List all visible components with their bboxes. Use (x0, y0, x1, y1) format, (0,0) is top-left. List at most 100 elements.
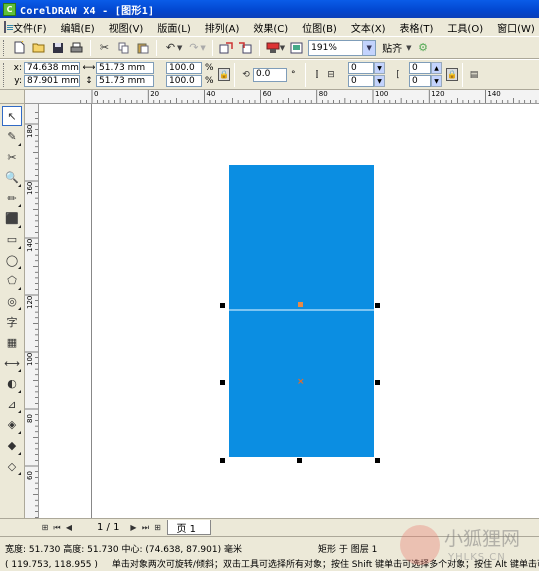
property-bar-grip[interactable] (3, 62, 6, 87)
document-icon[interactable] (4, 21, 13, 33)
horizontal-ruler-label: 40 (206, 90, 216, 98)
rotation-angle-input[interactable]: 0.0 (253, 67, 287, 82)
crop-tool-icon[interactable]: ✂ (2, 147, 22, 167)
cut-icon[interactable]: ✂ (95, 39, 114, 57)
menu-text[interactable]: 文本(X) (351, 20, 386, 35)
vertical-ruler[interactable]: 180 160 140 120 100 80 60 (25, 104, 39, 518)
ruler-origin-corner[interactable] (0, 90, 25, 104)
corner-top-left-input[interactable]: 0 (348, 62, 374, 74)
options-icon[interactable]: ⚙ (414, 39, 433, 57)
toolbar-separator (305, 62, 306, 87)
interactive-fill-icon[interactable]: ◇ (2, 456, 22, 476)
selection-handle-top-right[interactable] (375, 303, 380, 308)
title-bar[interactable]: C CorelDRAW X4 - [图形1] (0, 0, 539, 18)
corner-bottom-right-input[interactable]: 0 (409, 75, 431, 87)
corner-top-left-spinner[interactable]: ▼ (374, 62, 385, 74)
add-page-before-icon[interactable]: ⊞ (39, 521, 51, 535)
property-bar: x: 74.638 mm y: 87.901 mm ⟷ 51.73 mm ↕ 5… (0, 59, 539, 90)
menu-view[interactable]: 视图(V) (109, 20, 144, 35)
selection-handle-bottom-right[interactable] (375, 458, 380, 463)
ellipse-tool-icon[interactable]: ◯ (2, 250, 22, 270)
menu-bitmaps[interactable]: 位图(B) (302, 20, 337, 35)
selection-handle-middle-right[interactable] (375, 380, 380, 385)
scale-x-input[interactable]: 100.0 (166, 62, 202, 74)
welcome-screen-icon[interactable] (287, 39, 306, 57)
zoom-tool-icon[interactable]: 🔍 (2, 168, 22, 188)
paste-icon[interactable] (133, 39, 152, 57)
selection-handle-top-left[interactable] (220, 303, 225, 308)
menu-tools[interactable]: 工具(O) (447, 20, 483, 35)
shape-tool-icon[interactable]: ✎ (2, 127, 22, 147)
mirror-vertical-icon[interactable]: ⊟ (324, 69, 338, 81)
menu-table[interactable]: 表格(T) (400, 20, 434, 35)
rotation-center-marker[interactable]: × (297, 378, 305, 387)
object-height-input[interactable]: 51.73 mm (96, 75, 154, 87)
copy-icon[interactable] (114, 39, 133, 57)
next-page-icon[interactable]: ▶ (127, 521, 139, 535)
first-page-icon[interactable]: ⏮ (51, 521, 63, 535)
wrap-paragraph-text-icon[interactable]: ▤ (467, 69, 481, 81)
add-page-after-icon[interactable]: ⊞ (151, 521, 163, 535)
corner-bottom-right-spinner[interactable]: ▼ (431, 75, 442, 87)
pick-tool-icon[interactable]: ↖ (2, 106, 22, 126)
height-icon: ↕ (85, 76, 93, 86)
launcher-dropdown-icon[interactable]: ▼ (280, 44, 285, 52)
import-icon[interactable] (217, 39, 236, 57)
menu-file[interactable]: 文件(F) (13, 20, 47, 35)
zoom-dropdown-icon[interactable]: ▼ (362, 40, 376, 55)
corner-bottom-left-spinner[interactable]: ▼ (374, 75, 385, 87)
corner-bottom-left-input[interactable]: 0 (348, 75, 374, 87)
scale-y-input[interactable]: 100.0 (166, 75, 202, 87)
horizontal-ruler-label: 80 (318, 90, 328, 98)
selection-handle-bottom-left[interactable] (220, 458, 225, 463)
basic-shapes-icon[interactable]: ◎ (2, 291, 22, 311)
snap-to-button[interactable]: 贴齐 (382, 40, 402, 55)
dimension-tool-icon[interactable]: ⟷ (2, 353, 22, 373)
menu-bar: 文件(F) 编辑(E) 视图(V) 版面(L) 排列(A) 效果(C) 位图(B… (0, 18, 539, 36)
export-icon[interactable] (236, 39, 255, 57)
coreldraw-app-icon[interactable]: C (3, 2, 16, 16)
freehand-tool-icon[interactable]: ✏ (2, 188, 22, 208)
lock-ratio-icon[interactable]: 🔒 (218, 68, 230, 81)
fill-tool-icon[interactable]: ◆ (2, 436, 22, 456)
open-icon[interactable] (29, 39, 48, 57)
selection-handle-bottom-middle[interactable] (297, 458, 302, 463)
outline-tool-icon[interactable]: ◈ (2, 415, 22, 435)
page-tab-1[interactable]: 页 1 (167, 520, 211, 535)
toolbar-grip[interactable] (3, 39, 6, 56)
menu-effects[interactable]: 效果(C) (253, 20, 288, 35)
redo-dropdown-icon[interactable]: ▼ (200, 44, 205, 52)
undo-dropdown-icon[interactable]: ▼ (177, 44, 182, 52)
menu-edit[interactable]: 编辑(E) (61, 20, 95, 35)
rectangle-seam (229, 309, 374, 311)
drawing-canvas[interactable]: × (39, 104, 539, 518)
mirror-horizontal-icon[interactable]: ⫿ (310, 69, 324, 81)
text-tool-icon[interactable]: 字 (2, 312, 22, 332)
rectangle-tool-icon[interactable]: ▭ (2, 230, 22, 250)
smart-fill-icon[interactable]: ⬛ (2, 209, 22, 229)
new-icon[interactable] (10, 39, 29, 57)
table-tool-icon[interactable]: ▦ (2, 333, 22, 353)
flyout-arrow-icon (18, 266, 21, 270)
last-page-icon[interactable]: ⏭ (139, 521, 151, 535)
corner-top-right-spinner[interactable]: ▲ (431, 62, 442, 74)
rectangle-top[interactable] (229, 165, 374, 310)
polygon-tool-icon[interactable]: ⬠ (2, 271, 22, 291)
previous-page-icon[interactable]: ◀ (63, 521, 75, 535)
corner-top-right-input[interactable]: 0 (409, 62, 431, 74)
save-icon[interactable] (48, 39, 67, 57)
interactive-blend-icon[interactable]: ◐ (2, 374, 22, 394)
horizontal-ruler[interactable]: 0 20 40 60 80 100 120 140 (25, 90, 539, 104)
object-width-input[interactable]: 51.73 mm (96, 62, 154, 74)
zoom-level-combo[interactable]: 191% ▼ (308, 39, 377, 56)
y-position-input[interactable]: 87.901 mm (24, 75, 80, 87)
snap-dropdown-icon[interactable]: ▼ (406, 44, 411, 52)
print-icon[interactable] (67, 39, 86, 57)
selection-handle-middle-left[interactable] (220, 380, 225, 385)
menu-window[interactable]: 窗口(W) (497, 20, 535, 35)
menu-layout[interactable]: 版面(L) (157, 20, 190, 35)
x-position-input[interactable]: 74.638 mm (24, 62, 80, 74)
eyedropper-tool-icon[interactable]: ⊿ (2, 394, 22, 414)
menu-arrange[interactable]: 排列(A) (205, 20, 240, 35)
corner-lock-icon[interactable]: 🔒 (446, 68, 458, 81)
